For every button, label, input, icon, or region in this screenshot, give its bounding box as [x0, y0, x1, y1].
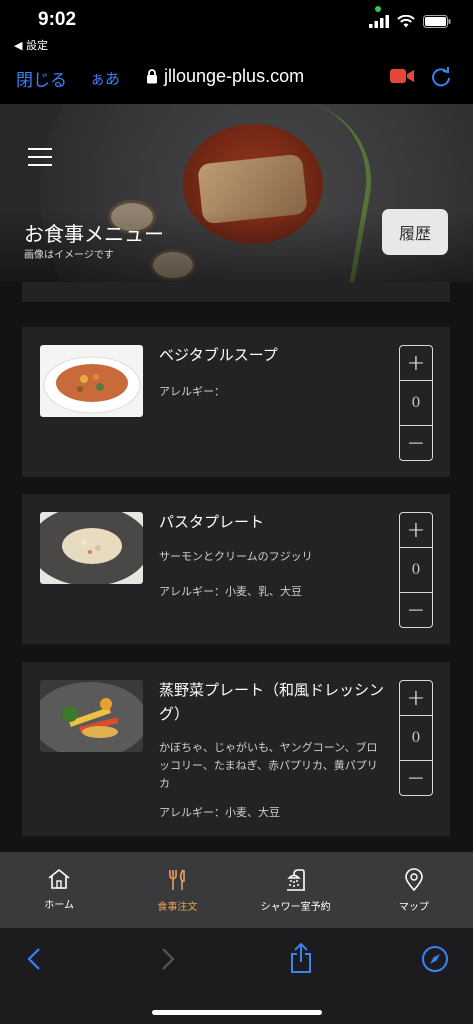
camera-indicator-icon	[375, 6, 381, 12]
steamed-vegetable-plate-image	[40, 680, 143, 752]
menu-item-card: ベジタブルスープ アレルギー： + 0 −	[22, 327, 450, 477]
video-record-icon[interactable]	[390, 68, 414, 84]
quantity-value: 0	[400, 380, 432, 426]
status-icons	[369, 15, 451, 28]
signal-icon	[369, 15, 389, 28]
status-time: 9:02	[38, 9, 77, 30]
decrease-button[interactable]: −	[400, 426, 432, 460]
quantity-stepper: + 0 −	[399, 345, 433, 461]
increase-button[interactable]: +	[400, 681, 432, 715]
menu-item-card: パスタプレート サーモンとクリームのフジッリ アレルギー：小麦、乳、大豆 + 0…	[22, 494, 450, 644]
reload-icon[interactable]	[430, 66, 452, 88]
decrease-button[interactable]: −	[400, 761, 432, 795]
browser-url-bar: 閉じる ぁあ jllounge-plus.com	[0, 56, 473, 104]
menu-item-name: パスタプレート	[159, 513, 265, 531]
menu-item-name: ベジタブルスープ	[159, 346, 278, 364]
tab-map[interactable]: マップ	[355, 852, 473, 928]
pasta-plate-image	[40, 512, 143, 584]
fork-knife-icon	[169, 869, 186, 890]
increase-button[interactable]: +	[400, 513, 432, 547]
tab-label: 食事注文	[157, 902, 198, 913]
menu-item-allergy: アレルギー：小麦、乳、大豆	[159, 585, 302, 598]
tab-label: シャワー室予約	[260, 902, 331, 913]
menu-item-description: サーモンとクリームのフジッリ	[159, 550, 313, 563]
tab-shower-reservation[interactable]: シャワー室予約	[237, 852, 355, 928]
map-pin-icon	[405, 868, 423, 892]
tab-food-order[interactable]: 食事注文	[118, 852, 236, 928]
hamburger-menu-icon[interactable]	[28, 148, 52, 166]
menu-item-card: 蒸野菜プレート（和風ドレッシング） かぼちゃ、じゃがいも、ヤングコーン、ブロッコ…	[22, 662, 450, 836]
increase-button[interactable]: +	[400, 346, 432, 380]
menu-card-partial	[22, 282, 450, 302]
lock-icon	[147, 69, 157, 84]
status-bar: 9:02 ◀ 設定	[0, 0, 473, 56]
app-tab-bar: ホーム 食事注文 シャワー室予約 マップ	[0, 852, 473, 928]
home-icon	[48, 868, 70, 889]
tab-label: マップ	[398, 902, 429, 913]
browser-toolbar	[0, 928, 473, 1024]
vegetable-soup-image	[40, 345, 143, 417]
url-text: jllounge-plus.com	[164, 66, 305, 86]
quantity-stepper: + 0 −	[399, 512, 433, 628]
menu-item-name: 蒸野菜プレート（和風ドレッシング）	[159, 681, 385, 723]
menu-item-description: かぼちゃ、じゃがいも、ヤングコーン、ブロッコリー、たまねぎ、赤パプリカ、黄パプリ…	[159, 741, 378, 790]
quantity-value: 0	[400, 715, 432, 761]
quantity-value: 0	[400, 547, 432, 593]
reader-settings-button[interactable]: ぁあ	[90, 68, 120, 89]
menu-item-allergy: アレルギー：小麦、大豆	[159, 806, 280, 819]
history-button[interactable]: 履歴	[382, 209, 448, 255]
tab-home[interactable]: ホーム	[0, 852, 118, 928]
menu-list: ベジタブルスープ アレルギー： + 0 − パスタプレート サーモンとクリームの…	[0, 282, 473, 852]
tab-label: ホーム	[44, 900, 74, 911]
address-field[interactable]: jllounge-plus.com	[146, 66, 304, 87]
quantity-stepper: + 0 −	[399, 680, 433, 796]
forward-chevron-icon[interactable]	[160, 946, 176, 972]
image-disclaimer: 画像はイメージです	[24, 250, 114, 261]
decrease-button[interactable]: −	[400, 593, 432, 627]
wifi-icon	[397, 15, 415, 28]
share-icon[interactable]	[289, 942, 313, 974]
hero-banner: お食事メニュー 画像はイメージです 履歴	[0, 104, 473, 282]
home-indicator	[152, 1010, 322, 1015]
close-button[interactable]: 閉じる	[16, 66, 67, 91]
battery-icon	[423, 15, 451, 28]
back-to-settings-link[interactable]: ◀ 設定	[14, 37, 48, 53]
compass-icon[interactable]	[421, 945, 449, 973]
shower-icon	[286, 869, 305, 891]
menu-item-allergy: アレルギー：	[159, 385, 225, 398]
page-title: お食事メニュー	[24, 222, 164, 246]
back-chevron-icon[interactable]	[26, 946, 42, 972]
